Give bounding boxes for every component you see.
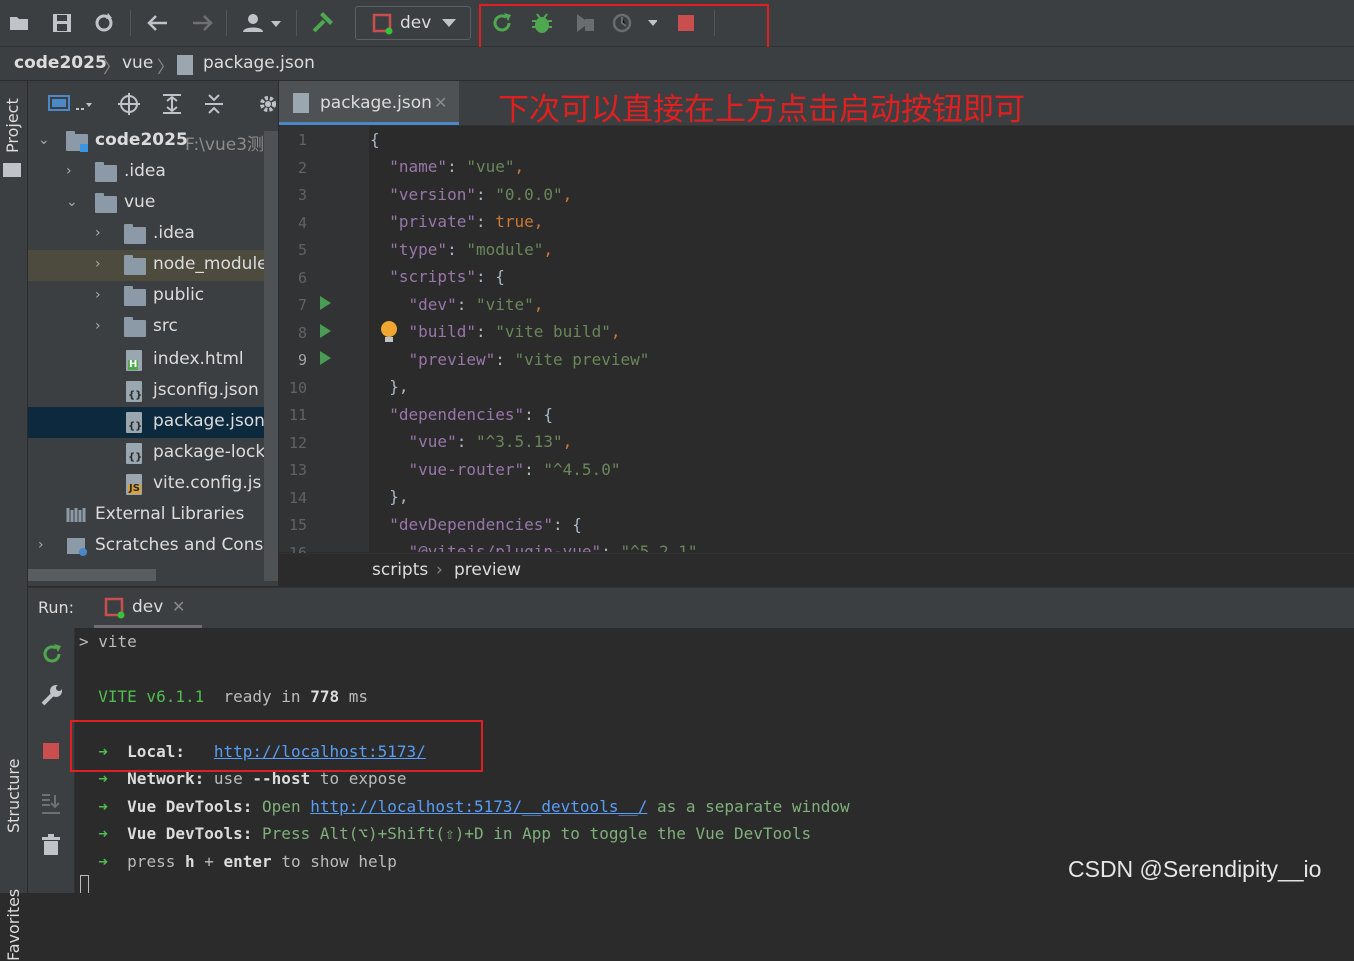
project-toolbar [28,81,278,127]
folder-icon [3,163,21,177]
vertical-scrollbar[interactable] [264,131,278,581]
save-icon[interactable] [48,9,76,37]
tree-item-vue-idea[interactable]: › .idea [28,219,278,250]
collapse-all-icon[interactable] [203,93,225,115]
sync-icon[interactable] [90,9,118,37]
devtools-url-link[interactable]: http://localhost:5173/__devtools__/ [310,797,647,816]
tree-item-src[interactable]: › src [28,312,278,343]
tree-item-package-json[interactable]: {} package.json [28,407,278,438]
stop-icon[interactable] [41,741,61,761]
scroll-to-end-icon[interactable] [40,793,62,815]
user-icon[interactable] [240,9,286,37]
crumb-file[interactable]: package.json [203,53,315,73]
back-icon[interactable] [144,9,172,37]
library-icon [66,508,86,522]
json-file-icon [293,93,309,113]
html-file-icon: H [126,350,142,371]
tree-item-jsconfig[interactable]: {} jsconfig.json [28,376,278,407]
close-icon[interactable]: ✕ [434,93,447,112]
run-config-selector[interactable]: dev [355,6,471,40]
highlight-box-local-url [70,720,483,772]
editor-breadcrumb: scripts › preview [279,553,1354,587]
crumb-folder[interactable]: vue [122,53,153,73]
npm-icon [372,13,393,35]
gear-icon[interactable] [258,94,278,114]
close-icon[interactable]: ✕ [172,597,185,616]
crumb-scripts[interactable]: scripts [372,560,428,580]
build-hammer-icon[interactable] [308,9,336,37]
json-file-icon: {} [126,381,142,402]
project-panel: ⌄ code2025 F:\vue3测试 › .idea ⌄ vue › .id… [28,81,278,586]
highlight-box-toolbar [479,4,769,49]
lightbulb-icon[interactable] [380,320,398,344]
project-tool-tab[interactable]: Project [3,98,22,153]
tree-root[interactable]: ⌄ code2025 F:\vue3测试 [28,126,278,157]
run-config-label: dev [400,13,432,33]
tree-item-vue[interactable]: ⌄ vue [28,188,278,219]
crumb-project[interactable]: code2025 [14,53,107,73]
rerun-icon[interactable] [40,642,64,666]
json-file-icon: {} [126,412,142,433]
chevron-down-icon [442,19,456,27]
open-folder-icon[interactable] [6,9,34,37]
tree-item-package-lock[interactable]: {} package-lock.js [28,438,278,469]
breadcrumb: code2025 〉 vue 〉 package.json [0,47,1354,81]
tree-item-node-modules[interactable]: › node_modules [28,250,278,281]
forward-icon[interactable] [188,9,216,37]
code-editor[interactable]: { "name": "vue", "version": "0.0.0", "pr… [370,126,1354,552]
text-cursor [80,875,89,893]
run-tab-dev[interactable]: dev ✕ [94,588,202,628]
tree-item-public[interactable]: › public [28,281,278,312]
js-file-icon: JS [126,474,142,495]
wrench-icon[interactable] [40,683,64,707]
json-file-icon [177,55,193,75]
scratches-icon [67,538,87,556]
tab-label: package.json [320,93,432,113]
run-panel-header: Run: dev ✕ [28,587,1354,628]
favorites-tool-tab[interactable]: Favorites [4,889,23,961]
view-mode-icon[interactable] [48,95,92,113]
crumb-preview[interactable]: preview [454,560,521,580]
json-file-icon: {} [126,443,142,464]
tree-item-idea[interactable]: › .idea [28,157,278,188]
structure-tool-tab[interactable]: Structure [4,759,23,833]
run-tab-label: dev [132,597,164,617]
trash-icon[interactable] [40,833,62,857]
left-tool-stripe: Project Structure Favorites [0,81,28,961]
run-script-icon[interactable] [320,351,331,365]
horizontal-scrollbar[interactable] [28,569,156,581]
run-toolbar [28,628,75,893]
run-script-icon[interactable] [320,324,331,338]
run-label: Run: [38,598,75,617]
tree-item-external-libraries[interactable]: External Libraries [28,500,278,531]
locate-icon[interactable] [118,93,140,115]
tree-item-index-html[interactable]: H index.html [28,345,278,376]
annotation-text: 下次可以直接在上方点击启动按钮即可 [498,92,1025,128]
run-script-icon[interactable] [320,296,331,310]
editor-gutter: 1 2 3 4 5 6 7 8 9 10 11 12 13 14 15 16 [279,126,369,562]
watermark: CSDN @Serendipity__io [1068,856,1322,882]
tree-item-scratches[interactable]: › Scratches and Console [28,531,278,562]
tab-package-json[interactable]: package.json ✕ [279,81,459,125]
tree-item-vite-config[interactable]: JS vite.config.js [28,469,278,500]
npm-icon [104,597,125,619]
expand-all-icon[interactable] [161,93,183,115]
